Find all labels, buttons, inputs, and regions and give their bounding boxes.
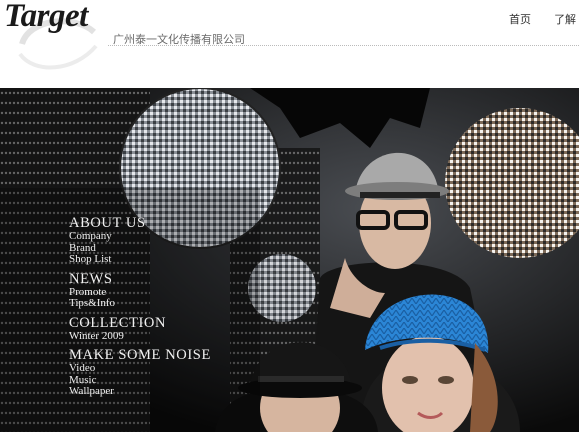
menu-item-wallpaper[interactable]: Wallpaper (69, 386, 211, 398)
hero-menu: ABOUT US Company Brand Shop List NEWS Pr… (69, 216, 211, 398)
menu-section-make-some-noise[interactable]: MAKE SOME NOISE (69, 348, 211, 363)
nav-item-about[interactable]: 了解 (554, 14, 576, 26)
menu-item-winter-2009[interactable]: Winter 2009 (69, 330, 211, 343)
header-divider (108, 45, 579, 46)
menu-section-news[interactable]: NEWS (69, 271, 211, 287)
top-nav: 首页 了解 (509, 11, 579, 27)
brand-logo[interactable]: Target (4, 0, 88, 35)
menu-section-about-us[interactable]: ABOUT US (69, 216, 211, 231)
menu-section-collection[interactable]: COLLECTION (69, 315, 211, 331)
menu-item-company[interactable]: Company (69, 231, 211, 243)
nav-item-home[interactable]: 首页 (509, 14, 531, 26)
menu-item-tips-info[interactable]: Tips&Info (69, 298, 211, 310)
menu-item-shop-list[interactable]: Shop List (69, 254, 211, 266)
menu-item-video[interactable]: Video (69, 363, 211, 375)
site-header: Target 广州泰一文化传播有限公司 首页 了解 (0, 0, 579, 88)
